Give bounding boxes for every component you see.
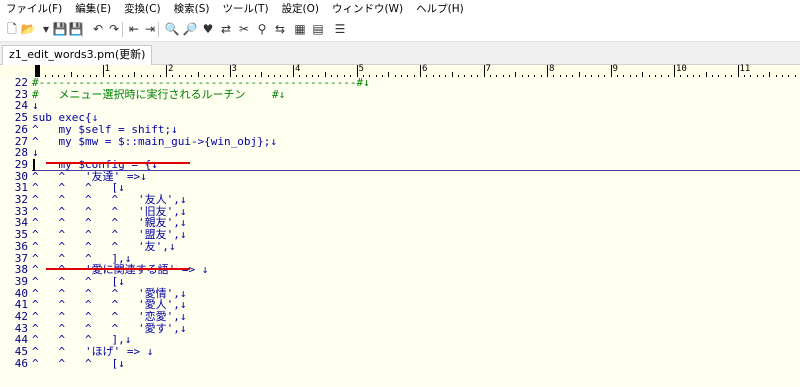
settings-icon[interactable]: ☰ [332,21,348,37]
tab-file[interactable]: z1_edit_words3.pm(更新) [2,45,153,65]
back-icon[interactable]: ⇤ [126,21,142,37]
text-caret [33,158,35,171]
open-file-icon[interactable]: 📂 [20,21,36,37]
ruler-label: 5 [358,64,364,74]
ruler-tick [420,65,421,77]
line-number: 26 [14,122,28,136]
find-prev-icon[interactable]: ♥ [200,21,216,37]
line-number: 32 [14,193,28,206]
grep-icon[interactable]: ✂ [236,21,252,37]
red-annotation-line [46,162,190,164]
editor-line: 46 ^ ^ ^ [↓ [0,358,800,370]
menu-item-5[interactable]: 設定(O) [276,0,326,18]
menu-item-1[interactable]: 編集(E) [69,0,118,18]
line-number: 36 [14,239,28,253]
ruler-label: 7 [485,64,491,74]
save-icon[interactable]: 💾 [52,21,68,37]
ruler-tick [610,65,612,77]
outline-icon[interactable]: ▤ [310,21,326,37]
find-next-icon[interactable]: 🔎 [182,21,198,37]
menu-bar: ファイル(F) 編集(E) 変換(C) 検索(S) ツール(T) 設定(O) ウィンドウ(W… [0,0,800,18]
editor-line: 36 ^ ^ ^ ^ '友',↓ [0,241,800,253]
editor-line: 32 ^ ^ ^ ^ '友人',↓ [0,194,800,206]
editor-line: 42 ^ ^ ^ ^ '恋愛',↓ [0,311,800,323]
forward-icon[interactable]: ⇥ [142,21,158,37]
code-text: ^ ^ ^ ^ '友人',↓ [32,193,187,206]
menu-item-0[interactable]: ファイル(F) [0,0,69,18]
ruler-label: 4 [295,64,301,74]
editor-line: 22 #-------------------------------------… [0,77,800,89]
ruler-tick [547,65,548,77]
tab-strip: z1_edit_words3.pm(更新) [0,42,800,65]
line-number: 22 [14,76,28,89]
editor-line: 27 ^ my $mw = $::main_gui->{win_obj};↓ [0,134,800,148]
ruler-label: 10 [676,64,687,74]
editor-line: 39 ^ ^ ^ [↓ [0,276,800,288]
undo-icon[interactable]: ↶ [90,21,106,37]
new-file-icon[interactable]: 🗋 [4,21,20,37]
ruler-tick [483,65,485,77]
ruler-tick [737,65,739,77]
code-text: ^ ^ ^ [↓ [32,274,125,288]
menu-item-3[interactable]: 検索(S) [168,0,217,18]
line-number: 42 [14,310,28,323]
toolbar: 🗋 📂 ▾ 💾 💾 ↶ ↷ ⇤ ⇥ 🔍 🔎 ♥ ⇄ ✂ ⚲ ⇆ ▦ ▤ ☰ [0,18,800,42]
menu-item-6[interactable]: ウィンドウ(W) [326,0,410,18]
code-text: ^ my $self = shift;↓ [32,122,178,136]
jump-icon[interactable]: ⚲ [254,21,270,37]
toolbar-separator [158,22,159,37]
window-icon[interactable]: ▦ [292,21,308,37]
code-text: ^ ^ ^ ^ '友',↓ [32,239,176,253]
find-icon[interactable]: 🔍 [164,21,180,37]
redo-icon[interactable]: ↷ [106,21,122,37]
replace-icon[interactable]: ⇄ [218,21,234,37]
menu-item-4[interactable]: ツール(T) [216,0,275,18]
code-text: ^ ^ ^ [↓ [32,356,125,370]
compare-icon[interactable]: ⇆ [272,21,288,37]
line-number: 46 [14,356,28,370]
ruler-tick [674,65,675,77]
code-text: ^ my $mw = $::main_gui->{win_obj};↓ [32,134,278,148]
menu-item-2[interactable]: 変換(C) [118,0,168,18]
ruler-label: 8 [549,64,555,74]
line-number: 39 [14,274,28,288]
editor-line: 24 ↓ [0,100,800,112]
code-text: ^ ^ ^ ^ '恋愛',↓ [32,310,187,323]
ruler-label: 11 [739,64,751,74]
text-editor[interactable]: 22 #-------------------------------------… [0,77,800,387]
code-text: #---------------------------------------… [32,76,370,89]
editor-line: 23 # メニュー選択時に実行されるルーチン #↓ [0,87,800,101]
caret-row-underline [32,169,800,171]
code-text: # メニュー選択時に実行されるルーチン #↓ [32,87,286,101]
ruler-label: 3 [231,64,237,74]
editor-line: 26 ^ my $self = shift;↓ [0,124,800,136]
ruler-label: 1 [104,64,110,74]
menu-item-7[interactable]: ヘルプ(H) [410,0,471,18]
ruler-label: 9 [612,64,618,74]
red-annotation-line [46,267,190,270]
toolbar-separator [122,22,123,37]
ruler-label: 6 [422,64,428,74]
line-number: 29 [14,157,28,171]
toolbar-separator [82,22,83,37]
ruler-label: 2 [168,64,174,74]
